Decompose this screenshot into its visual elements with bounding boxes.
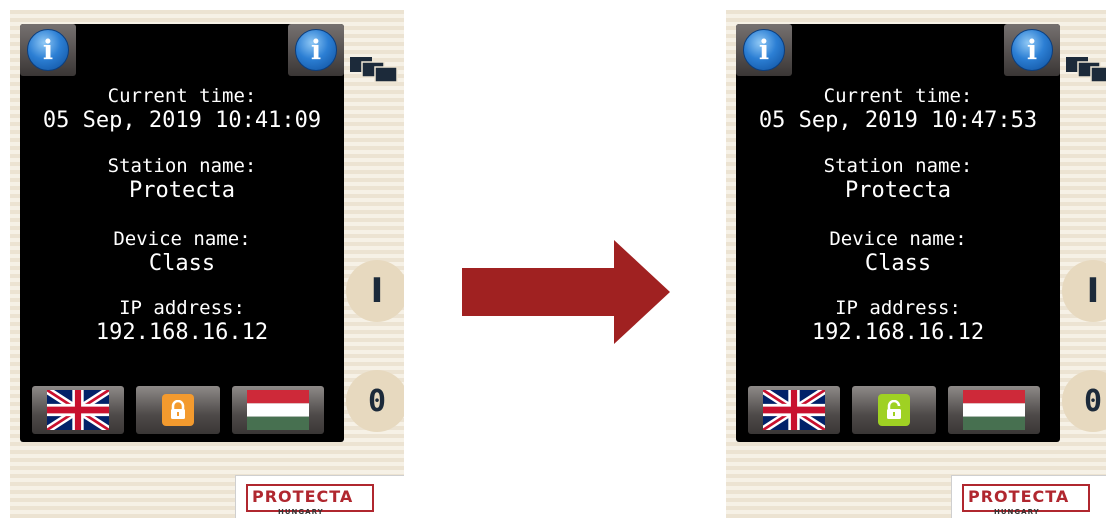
info-button-right[interactable]: i (1004, 24, 1060, 76)
off-icon: 0 (367, 383, 387, 419)
protecta-logo: PROTECTA HUNGARY (235, 475, 404, 518)
lcd-screen: i i Current time: 05 Sep, 2019 10:47:53 … (736, 24, 1060, 442)
info-button-left[interactable]: i (736, 24, 792, 76)
on-button[interactable]: I (1062, 260, 1106, 322)
control-button-row (24, 386, 340, 434)
device-name-value: Class (148, 251, 216, 276)
info-button-right[interactable]: i (288, 24, 344, 76)
hungary-flag-icon (963, 390, 1025, 430)
lock-open-icon (878, 394, 910, 426)
on-icon: I (370, 271, 384, 311)
ip-address-value: 192.168.16.12 (95, 320, 269, 345)
protecta-logo: PROTECTA HUNGARY (951, 475, 1106, 518)
device-name-label: Device name: (829, 228, 967, 250)
arrow-right-icon (462, 240, 670, 344)
current-time-label: Current time: (823, 85, 973, 107)
screens-icon[interactable] (344, 38, 404, 100)
uk-flag-icon (47, 390, 109, 430)
lock-closed-icon (162, 394, 194, 426)
off-button[interactable]: 0 (346, 370, 404, 432)
current-time-value: 05 Sep, 2019 10:47:53 (758, 108, 1038, 133)
hungarian-language-button[interactable] (232, 386, 324, 434)
device-panel-after: i i Current time: 05 Sep, 2019 10:47:53 … (726, 10, 1106, 518)
info-icon: i (1011, 29, 1053, 71)
device-panel-before: i i Current time: 05 Sep, 2019 10:41:09 … (10, 10, 404, 518)
english-language-button[interactable] (748, 386, 840, 434)
info-button-left[interactable]: i (20, 24, 76, 76)
current-time-value: 05 Sep, 2019 10:41:09 (42, 108, 322, 133)
lock-button[interactable] (136, 386, 220, 434)
on-button[interactable]: I (346, 260, 404, 322)
station-name-value: Protecta (845, 178, 951, 203)
ip-address-label: IP address: (119, 297, 245, 319)
info-icon: i (27, 29, 69, 71)
ip-address-value: 192.168.16.12 (811, 320, 985, 345)
lock-button[interactable] (852, 386, 936, 434)
ip-address-label: IP address: (835, 297, 961, 319)
off-icon: 0 (1083, 383, 1103, 419)
lcd-screen: i i Current time: 05 Sep, 2019 10:41:09 … (20, 24, 344, 442)
device-name-label: Device name: (113, 228, 251, 250)
off-button[interactable]: 0 (1062, 370, 1106, 432)
screens-icon[interactable] (1060, 38, 1106, 100)
hungary-flag-icon (247, 390, 309, 430)
info-icon: i (743, 29, 785, 71)
logo-subtitle: HUNGARY (994, 508, 1040, 516)
english-language-button[interactable] (32, 386, 124, 434)
info-icon: i (295, 29, 337, 71)
uk-flag-icon (763, 390, 825, 430)
on-icon: I (1086, 271, 1100, 311)
station-name-value: Protecta (129, 178, 235, 203)
station-name-label: Station name: (107, 155, 257, 177)
logo-subtitle: HUNGARY (278, 508, 324, 516)
hungarian-language-button[interactable] (948, 386, 1040, 434)
current-time-label: Current time: (107, 85, 257, 107)
station-name-label: Station name: (823, 155, 973, 177)
device-name-value: Class (864, 251, 932, 276)
control-button-row (740, 386, 1056, 434)
